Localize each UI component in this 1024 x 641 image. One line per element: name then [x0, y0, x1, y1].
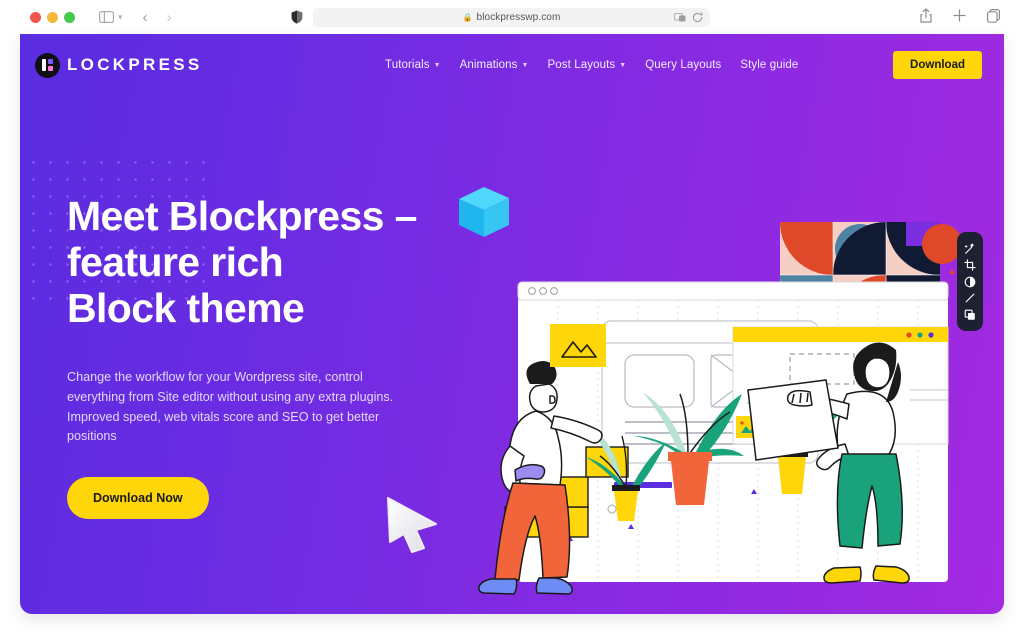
crop-icon[interactable]	[964, 259, 976, 271]
3d-cursor-icon	[380, 484, 446, 554]
website-hero-section: LOCKPRESS Tutorials ▼ Animations ▼ Post …	[20, 34, 1004, 614]
new-tab-icon[interactable]	[953, 9, 966, 22]
extensions-icon[interactable]	[674, 12, 687, 23]
reload-icon[interactable]	[692, 12, 703, 23]
nav-item-post-layouts[interactable]: Post Layouts ▼	[548, 59, 627, 71]
hand-gripping-panel	[786, 389, 813, 407]
nav-item-query-layouts[interactable]: Query Layouts	[645, 59, 721, 71]
header-download-button[interactable]: Download	[893, 51, 982, 79]
hero-illustration	[350, 154, 1004, 614]
nav-item-label: Query Layouts	[645, 59, 722, 71]
browser-navigation-arrows[interactable]: ‹ ›	[143, 9, 172, 26]
brand-name: LOCKPRESS	[67, 55, 203, 74]
window-traffic-lights[interactable]	[30, 11, 75, 23]
privacy-shield-icon[interactable]	[291, 10, 303, 24]
magic-wand-icon[interactable]	[964, 242, 976, 255]
download-now-button[interactable]: Download Now	[67, 477, 209, 520]
sidebar-toggle-icon[interactable]	[99, 11, 114, 23]
zoom-window-button[interactable]	[64, 11, 75, 23]
yellow-image-block	[550, 324, 606, 367]
site-logo[interactable]: LOCKPRESS	[35, 52, 203, 78]
chevron-down-icon: ▼	[521, 61, 529, 69]
nav-item-label: Tutorials	[385, 59, 430, 71]
3d-cube-icon	[453, 181, 515, 243]
back-arrow-icon[interactable]: ‹	[143, 9, 148, 26]
browser-toolbar-right[interactable]	[920, 8, 1000, 23]
nav-item-style-guide[interactable]: Style guide	[740, 59, 798, 71]
main-navigation[interactable]: Tutorials ▼ Animations ▼ Post Layouts ▼ …	[385, 34, 798, 96]
nav-item-tutorials[interactable]: Tutorials ▼	[385, 59, 441, 71]
illustration-scene	[478, 222, 962, 595]
blockpress-logo-icon	[35, 52, 60, 78]
site-header: LOCKPRESS Tutorials ▼ Animations ▼ Post …	[20, 34, 1004, 96]
contrast-icon[interactable]	[964, 276, 976, 288]
lock-icon: 🔒	[462, 13, 473, 22]
nav-item-label: Post Layouts	[547, 59, 616, 71]
chevron-down-icon: ▼	[433, 61, 441, 69]
url-text: blockpresswp.com	[476, 12, 561, 23]
nav-item-label: Animations	[459, 59, 518, 71]
close-window-button[interactable]	[30, 11, 41, 23]
forward-arrow-icon[interactable]: ›	[167, 9, 172, 26]
editor-tool-palette[interactable]	[957, 232, 983, 331]
nav-item-animations[interactable]: Animations ▼	[460, 59, 529, 71]
pen-line-icon[interactable]	[964, 292, 976, 304]
sidebar-chevron-down-icon[interactable]: ▾	[118, 12, 123, 23]
nav-item-label: Style guide	[740, 59, 799, 71]
layers-icon[interactable]	[964, 309, 976, 321]
share-icon[interactable]	[920, 8, 932, 23]
chevron-down-icon: ▼	[619, 61, 627, 69]
browser-chrome: ▾ ‹ › 🔒 blockpresswp.com	[0, 0, 1024, 34]
tab-overview-icon[interactable]	[987, 8, 1000, 23]
address-bar[interactable]: 🔒 blockpresswp.com	[313, 8, 710, 27]
minimize-window-button[interactable]	[47, 11, 58, 23]
